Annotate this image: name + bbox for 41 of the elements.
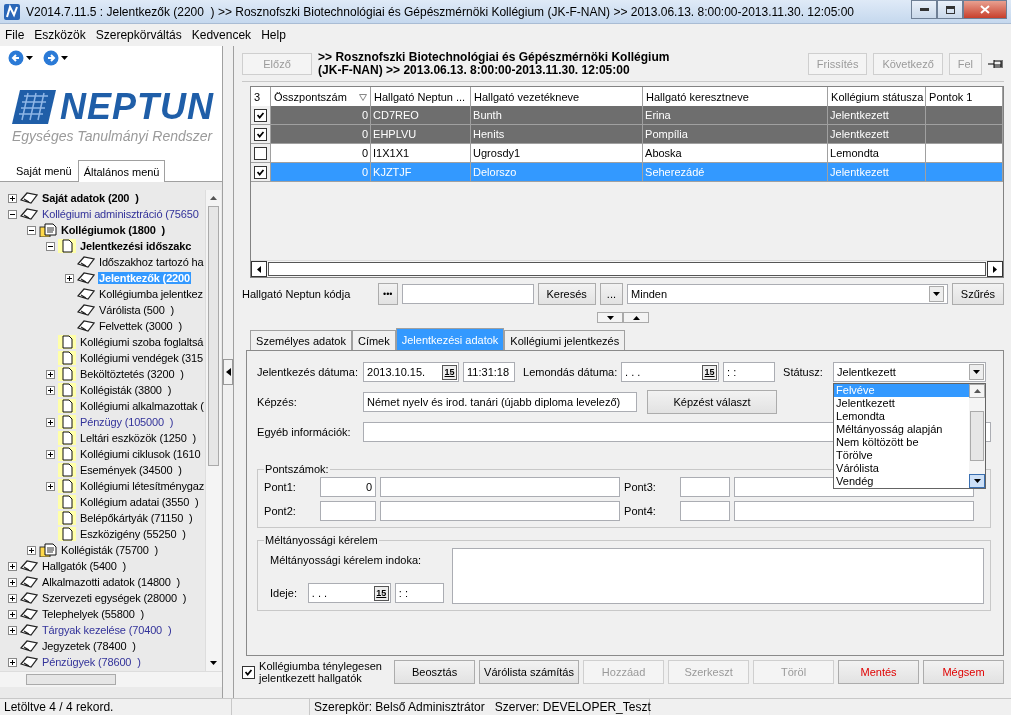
group-title: Pontszámok: [264, 463, 330, 475]
table-cell: 0 [271, 125, 372, 144]
field-label: Pont3: [624, 481, 657, 493]
table-cell: KJZTJF [371, 163, 472, 182]
field-label: Képzés: [257, 396, 298, 408]
table-cell: I1X1X1 [371, 144, 472, 163]
table-cell: 0 [271, 144, 372, 163]
table-cell: 0 [271, 106, 372, 125]
field-label: Ideje: [270, 587, 298, 599]
logo-wordmark: NEPTUN [60, 86, 214, 128]
table-cell: CD7REO [371, 106, 472, 125]
group-title: Méltányossági kérelem [264, 534, 379, 546]
table-cell: Henits [471, 125, 644, 144]
field-label: Pont4: [624, 505, 657, 517]
table-cell: Aboska [643, 144, 829, 163]
table-cell: Lemondta [828, 144, 927, 163]
page-heading: >> Rosznofszki Biotechnológiai és Gépészmérnöki Kollégium (JK-F-NAN) >> 2013.06.13. 8:00:00-2013.11.30. 12:05:00 [318, 50, 671, 77]
logo-tagline: Egységes Tanulmányi Rendszer [12, 128, 214, 144]
table-cell: EHPLVU [371, 125, 472, 144]
table-cell: Bunth [471, 106, 644, 125]
checkbox-label: Kollégiumba ténylegesen jelentkezett hallgatók [259, 660, 383, 684]
field-label: Pont2: [264, 505, 297, 517]
status-text: Szerepkör: Belső Adminisztrátor Szerver: DEVELOPER_Teszt [310, 699, 650, 715]
field-label: Lemondás dátuma: [523, 366, 618, 378]
status-text: Letöltve 4 / 4 rekord. [0, 699, 232, 715]
field-label: Méltányossági kérelem indoka: [270, 554, 423, 566]
table-cell: Erina [643, 106, 829, 125]
field-label: Hallgató Neptun kódja [242, 288, 352, 300]
field-label: Pont1: [264, 481, 297, 493]
window-title: V2014.7.11.5 : Jelentkezők (2200 ) >> Rosznofszki Biotechnológiai és Gépészmérnöki Kollégium (JK-F-NAN) >> 2013.06.13. 8:00:00-2013.11.30. 12:05:00 [26, 4, 856, 19]
table-cell: Ugrosdy1 [471, 144, 644, 163]
table-cell: Jelentkezett [828, 163, 927, 182]
table-cell: Jelentkezett [828, 125, 927, 144]
table-cell: Delorszo [471, 163, 644, 182]
field-label: Státusz: [783, 366, 824, 378]
field-label: Jelentkezés dátuma: [257, 366, 359, 378]
table-cell: Jelentkezett [828, 106, 927, 125]
table-cell: 0 [271, 163, 372, 182]
field-label: Egyéb információk: [257, 426, 352, 438]
table-cell: Seherezádé [643, 163, 829, 182]
table-cell: Pompília [643, 125, 829, 144]
